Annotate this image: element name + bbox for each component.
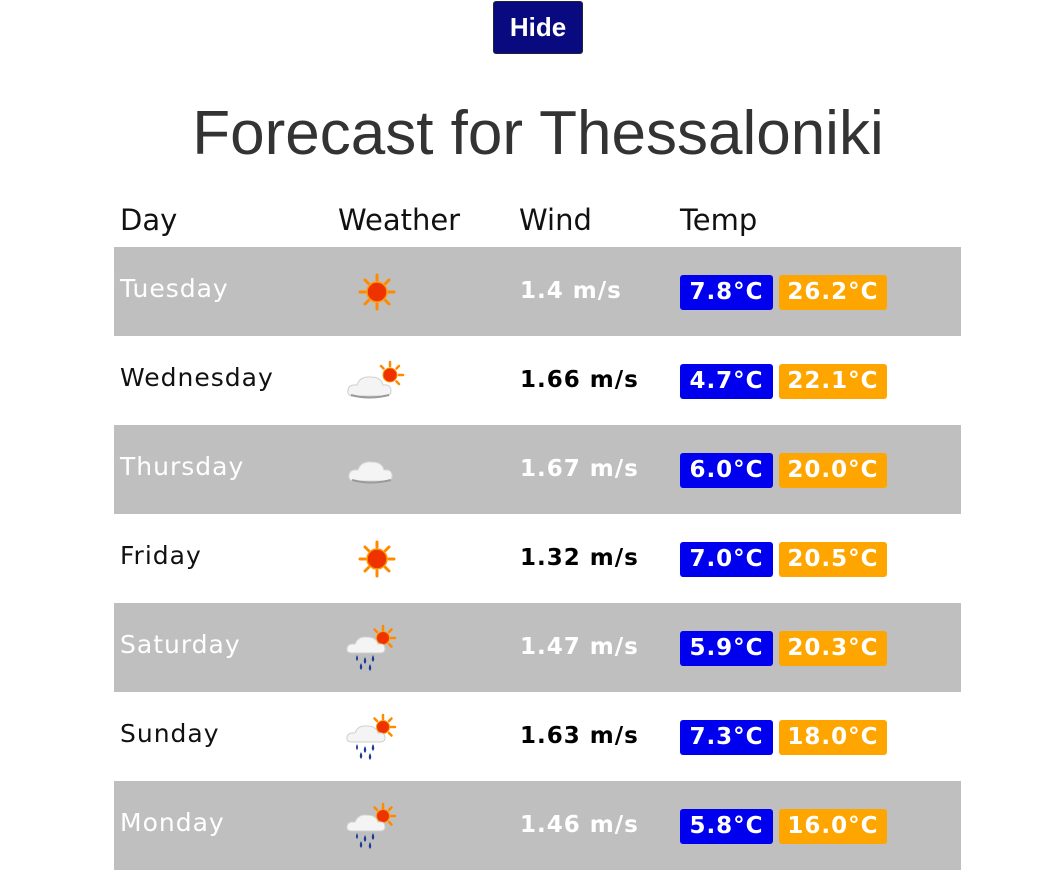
- wind-speed: 1.67 m/s: [520, 456, 639, 482]
- min-temp-badge: 7.3°C: [680, 720, 773, 755]
- min-temp-badge: 5.8°C: [680, 809, 773, 844]
- day-label: Friday: [120, 541, 202, 570]
- header-wind: Wind: [519, 203, 592, 237]
- day-label: Tuesday: [120, 274, 229, 303]
- max-temp-badge: 16.0°C: [779, 809, 887, 844]
- min-temp-badge: 4.7°C: [680, 364, 773, 399]
- rain-sun-cloud-icon: [339, 706, 409, 766]
- max-temp-badge: 20.3°C: [779, 631, 887, 666]
- max-temp-badge: 20.0°C: [779, 453, 887, 488]
- rain-sun-cloud-icon: [339, 795, 409, 855]
- table-row: Monday 1.46 m/s 5.8°C 16.0°C: [114, 781, 961, 870]
- header-temp: Temp: [680, 203, 758, 237]
- day-label: Saturday: [120, 630, 241, 659]
- day-label: Monday: [120, 808, 225, 837]
- max-temp-badge: 26.2°C: [779, 275, 887, 310]
- sunny-icon: [339, 528, 409, 588]
- max-temp-badge: 22.1°C: [779, 364, 887, 399]
- table-header: Day Weather Wind Temp: [114, 196, 961, 247]
- day-label: Sunday: [120, 719, 220, 748]
- max-temp-badge: 18.0°C: [779, 720, 887, 755]
- min-temp-badge: 7.8°C: [680, 275, 773, 310]
- wind-speed: 1.47 m/s: [520, 634, 639, 660]
- wind-speed: 1.66 m/s: [520, 367, 639, 393]
- hide-button[interactable]: Hide: [493, 1, 583, 54]
- max-temp-badge: 20.5°C: [779, 542, 887, 577]
- min-temp-badge: 7.0°C: [680, 542, 773, 577]
- wind-speed: 1.32 m/s: [520, 545, 639, 571]
- table-row: Thursday 1.67 m/s 6.0°C 20.0°C: [114, 425, 961, 514]
- min-temp-badge: 5.9°C: [680, 631, 773, 666]
- table-row: Wednesday 1.66 m/s 4.7°C 22.1°C: [114, 336, 961, 425]
- table-row: Friday 1.32 m/s 7.0°C 20.5°C: [114, 514, 961, 603]
- header-day: Day: [120, 203, 178, 237]
- min-temp-badge: 6.0°C: [680, 453, 773, 488]
- cloudy-icon: [339, 439, 409, 499]
- table-row: Tuesday 1.4 m/s 7.8°C 26.2°C: [114, 247, 961, 336]
- table-row: Sunday 1.63 m/s 7.3°C 18.0°C: [114, 692, 961, 781]
- sunny-icon: [339, 261, 409, 321]
- partly-cloudy-icon: [339, 350, 409, 410]
- rain-sun-cloud-icon: [339, 617, 409, 677]
- table-row: Saturday 1.47 m/s 5.9°C 20.3°C: [114, 603, 961, 692]
- wind-speed: 1.46 m/s: [520, 812, 639, 838]
- forecast-table: Day Weather Wind Temp Tuesday 1.4 m/s 7.…: [114, 196, 961, 870]
- wind-speed: 1.63 m/s: [520, 723, 639, 749]
- forecast-page: Hide Forecast for Thessaloniki Day Weath…: [0, 0, 1056, 879]
- day-label: Wednesday: [120, 363, 274, 392]
- header-weather: Weather: [338, 203, 461, 237]
- wind-speed: 1.4 m/s: [520, 278, 622, 304]
- day-label: Thursday: [120, 452, 245, 481]
- page-title: Forecast for Thessaloniki: [192, 99, 884, 168]
